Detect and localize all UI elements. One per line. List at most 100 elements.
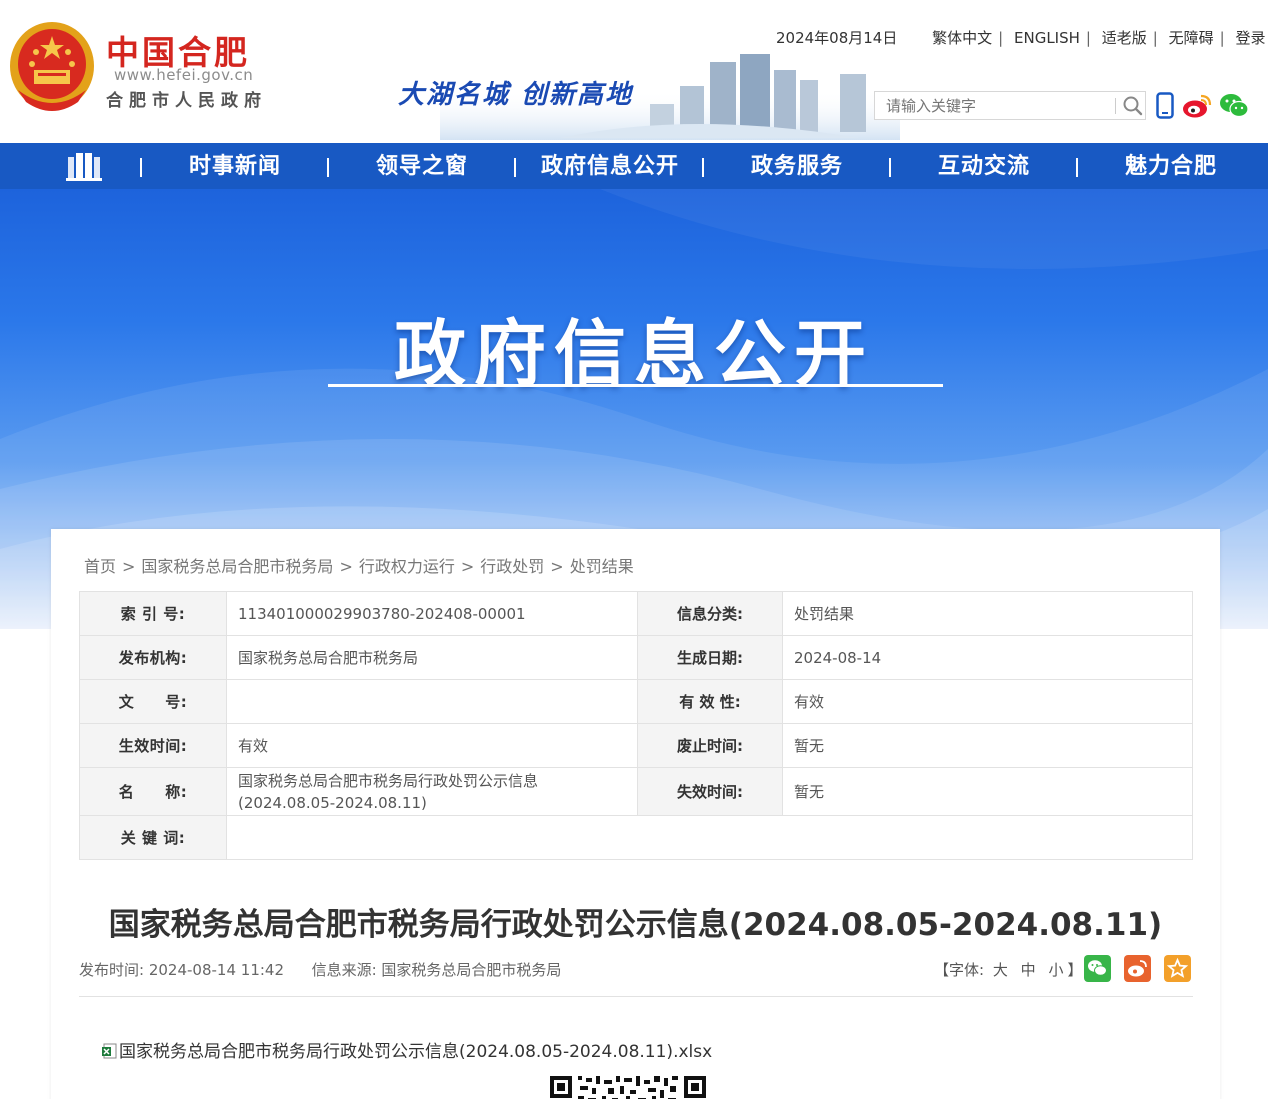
expiry-time-value: 暂无 [782, 767, 1193, 816]
repeal-time-label: 废止时间: [637, 723, 783, 768]
info-category-value: 处罚结果 [782, 591, 1193, 636]
document-number-value [226, 679, 638, 724]
attachment-filename[interactable]: 国家税务总局合肥市税务局行政处罚公示信息(2024.08.05-2024.08.… [119, 1042, 712, 1062]
link-traditional-chinese[interactable]: 繁体中文 [932, 27, 992, 48]
mobile-phone-icon[interactable] [1156, 92, 1174, 119]
search-box [874, 91, 1146, 120]
weibo-icon [1128, 960, 1147, 977]
effective-time-label: 生效时间: [79, 723, 227, 768]
source-label: 信息来源: [311, 961, 377, 979]
table-row: 关 键 词: [79, 815, 1193, 860]
nav-item-charm-hefei[interactable]: 魅力合肥 [1096, 143, 1246, 189]
document-number-label: 文 号: [79, 679, 227, 724]
table-row: 文 号: 有 效 性: 有效 [79, 679, 1193, 724]
nav-separator [327, 158, 329, 177]
nav-item-gov-info[interactable]: 政府信息公开 [530, 143, 690, 189]
font-size-small-button[interactable]: 小 [1048, 961, 1063, 979]
table-row: 索 引 号: 113401000029903780-202408-00001 信… [79, 591, 1193, 636]
table-row: 名 称: 国家税务总局合肥市税务局行政处罚公示信息(2024.08.05-202… [79, 767, 1193, 816]
nav-separator [889, 158, 891, 177]
separator: | [1152, 29, 1158, 47]
font-size-control: 【字体: 大 中 小】 [934, 959, 1082, 980]
publisher-value: 国家税务总局合肥市税务局 [226, 635, 638, 680]
wechat-icon[interactable] [1219, 92, 1249, 119]
separator: | [1085, 29, 1091, 47]
info-category-label: 信息分类: [637, 591, 783, 636]
nav-item-services[interactable]: 政务服务 [722, 143, 872, 189]
breadcrumb-home[interactable]: 首页 [84, 557, 116, 576]
repeal-time-value: 暂无 [782, 723, 1193, 768]
site-organization: 合肥市人民政府 [106, 91, 267, 111]
table-row: 生效时间: 有效 废止时间: 暂无 [79, 723, 1193, 768]
excel-file-icon [102, 1043, 117, 1059]
separator: | [998, 29, 1004, 47]
separator: | [1219, 29, 1225, 47]
search-icon[interactable] [1122, 95, 1144, 117]
breadcrumb-separator: > [550, 557, 564, 576]
font-size-medium-button[interactable]: 中 [1021, 961, 1036, 979]
publish-time-label: 发布时间: [79, 961, 145, 979]
info-metadata-table: 索 引 号: 113401000029903780-202408-00001 信… [79, 591, 1193, 860]
validity-label: 有 效 性: [637, 679, 783, 724]
nav-separator [702, 158, 704, 177]
table-row: 发布机构: 国家税务总局合肥市税务局 生成日期: 2024-08-14 [79, 635, 1193, 680]
current-date: 2024年08月14日 [776, 29, 898, 47]
link-elderly-version[interactable]: 适老版 [1102, 27, 1147, 48]
nav-separator [514, 158, 516, 177]
site-header: 中国合肥 www.hefei.gov.cn 合肥市人民政府 大湖名城 创新高地 … [0, 0, 1268, 143]
validity-value: 有效 [782, 679, 1193, 724]
nav-separator [1076, 158, 1078, 177]
share-weibo-button[interactable] [1124, 955, 1151, 982]
breadcrumb-separator: > [122, 557, 136, 576]
effective-time-value: 有效 [226, 723, 638, 768]
main-nav: 时事新闻 领导之窗 政府信息公开 政务服务 互动交流 魅力合肥 [0, 143, 1268, 189]
expiry-time-label: 失效时间: [637, 767, 783, 816]
search-divider [1115, 98, 1116, 114]
keywords-label: 关 键 词: [79, 815, 227, 860]
index-number-value: 113401000029903780-202408-00001 [226, 591, 638, 636]
publisher-label: 发布机构: [79, 635, 227, 680]
qr-code-icon [548, 1074, 708, 1099]
breadcrumb-separator: > [339, 557, 353, 576]
breadcrumb-admin-penalty[interactable]: 行政处罚 [480, 557, 544, 576]
nav-item-news[interactable]: 时事新闻 [160, 143, 310, 189]
name-value: 国家税务总局合肥市税务局行政处罚公示信息(2024.08.05-2024.08.… [226, 767, 638, 816]
publish-time-value: 2024-08-14 11:42 [148, 961, 285, 979]
wechat-icon [1088, 960, 1107, 976]
link-login[interactable]: 登录 [1235, 27, 1265, 48]
font-size-bracket: 】 [1067, 961, 1083, 979]
font-size-label: 【字体: [934, 961, 985, 979]
source-value: 国家税务总局合肥市税务局 [381, 961, 562, 979]
keywords-value [226, 815, 1193, 860]
content-card: 首页 > 国家税务总局合肥市税务局 > 行政权力运行 > 行政处罚 > 处罚结果 索 引 号: … [51, 529, 1220, 1099]
link-english[interactable]: ENGLISH [1014, 29, 1080, 47]
slogan: 大湖名城 创新高地 [398, 80, 634, 110]
divider [79, 996, 1193, 997]
index-number-label: 索 引 号: [79, 591, 227, 636]
created-date-value: 2024-08-14 [782, 635, 1193, 680]
share-favorite-button[interactable] [1164, 955, 1191, 982]
nav-item-leaders[interactable]: 领导之窗 [347, 143, 497, 189]
breadcrumb-separator: > [460, 557, 475, 576]
breadcrumb: 首页 > 国家税务总局合肥市税务局 > 行政权力运行 > 行政处罚 > 处罚结果 [84, 553, 634, 577]
weibo-icon[interactable] [1182, 93, 1212, 119]
breadcrumb-tax-bureau[interactable]: 国家税务总局合肥市税务局 [141, 557, 333, 576]
nav-item-interaction[interactable]: 互动交流 [909, 143, 1059, 189]
link-accessibility[interactable]: 无障碍 [1169, 27, 1214, 48]
name-label: 名 称: [79, 767, 227, 816]
article-title: 国家税务总局合肥市税务局行政处罚公示信息(2024.08.05-2024.08.… [108, 907, 1163, 943]
breadcrumb-penalty-results[interactable]: 处罚结果 [570, 557, 634, 576]
font-size-large-button[interactable]: 大 [993, 961, 1008, 979]
search-input[interactable] [875, 92, 1111, 119]
star-icon [1166, 957, 1189, 978]
banner-underline [328, 384, 943, 387]
created-date-label: 生成日期: [637, 635, 783, 680]
national-emblem-icon[interactable] [8, 20, 96, 114]
breadcrumb-admin-power[interactable]: 行政权力运行 [359, 557, 455, 576]
share-wechat-button[interactable] [1084, 955, 1111, 982]
article-meta: 发布时间: 2024-08-14 11:42 信息来源: 国家税务总局合肥市税务… [79, 959, 561, 980]
home-icon[interactable] [66, 151, 102, 181]
attachment-link[interactable]: 国家税务总局合肥市税务局行政处罚公示信息(2024.08.05-2024.08.… [101, 1037, 712, 1062]
site-url: www.hefei.gov.cn [114, 66, 254, 84]
top-links-bar: 2024年08月14日 繁体中文 | ENGLISH | 适老版 | 无障碍 | 登录 [776, 27, 1265, 48]
